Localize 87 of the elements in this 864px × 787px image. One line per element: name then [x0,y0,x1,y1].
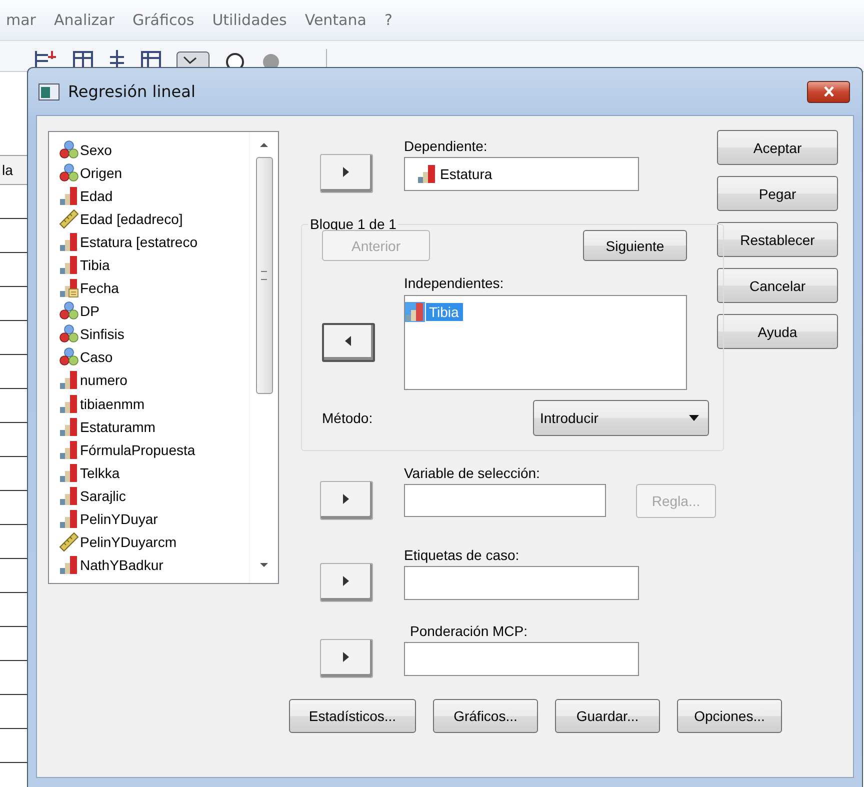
menu-item[interactable]: Utilidades [203,11,296,29]
field-label: Independientes: [404,275,505,291]
dialog-button[interactable]: Estadísticos... [289,699,416,733]
bar-chart-icon [59,370,79,390]
bar-chart-icon [417,164,437,184]
bar-chart-icon [59,509,79,530]
bar-chart-icon [59,186,79,206]
variable-list[interactable]: Sexo Origen Edad Edad [edadreco] Estatura [estatreco Tibia Fecha DP Sinfisis Caso numero tibiaenmm Estaturamm FórmulaPropuesta Telkka Sarajlic PelinYDuyar PelinYDuyarcm NathYBadkur [48,131,279,584]
variable-name[interactable]: Estaturamm [80,418,156,435]
field-label: Etiquetas de caso: [404,547,520,563]
bar-chart-icon [59,440,79,460]
variable-name[interactable]: Edad [80,188,113,204]
circles-icon [59,140,79,160]
menu-item[interactable]: ? [375,11,402,29]
variable-name[interactable]: PelinYDuyar [80,511,158,528]
scroll-thumb[interactable] [256,157,272,394]
bar-chart-icon [405,302,425,322]
variable-name[interactable]: NathYBadkur [80,557,164,574]
dialog-button[interactable]: Opciones... [677,699,782,733]
dialog-button[interactable]: Pegar [717,176,838,211]
scroll-down-icon[interactable] [259,561,269,569]
window-title: Regresión lineal [68,82,196,101]
arrow-right-icon [340,651,350,663]
menu-item[interactable]: Analizar [44,11,124,29]
bar-chart-icon [59,555,79,576]
close-icon [822,86,834,97]
arrow-left-icon [342,335,352,347]
move-button[interactable] [320,154,373,193]
variable-name[interactable]: Sexo [80,142,112,158]
input-field[interactable] [404,642,639,676]
window-icon [38,82,60,100]
bar-chart-icon [59,416,79,437]
ruler-icon [59,208,79,229]
dialog-button[interactable]: Restablecer [717,222,838,257]
arrow-right-icon [340,575,350,587]
field-label: Método: [322,410,374,426]
menu-item[interactable]: Gráficos [124,11,204,29]
variable-name[interactable]: Fecha [80,280,119,296]
calendar-chart-icon [59,278,79,298]
input-field[interactable] [404,566,639,600]
variable-name[interactable]: Caso [80,349,113,366]
arrow-right-icon [340,493,350,505]
dialog-button[interactable]: Ayuda [717,314,838,349]
dialog-button[interactable]: Aceptar [717,130,838,165]
move-button[interactable] [322,323,375,362]
circles-icon [59,347,79,368]
variable-name[interactable]: Sarajlic [80,488,126,504]
scroll-up-icon[interactable] [259,141,269,149]
circles-icon [59,162,79,183]
variable-name[interactable]: Telkka [80,464,120,481]
close-button[interactable] [807,80,850,102]
variable-name[interactable]: Sinfisis [80,326,124,342]
variable-name[interactable]: numero [80,372,128,388]
variable-name[interactable]: Estatura [estatreco [80,234,198,250]
bar-chart-icon [59,255,79,276]
dependent-field[interactable]: Estatura [404,156,639,190]
dialog-button[interactable]: Gráficos... [433,699,538,733]
bar-chart-icon [59,232,79,252]
move-button[interactable] [320,639,373,678]
menu-item[interactable]: Ventana [296,11,376,29]
ruler-icon [59,532,79,552]
arrow-right-icon [340,166,350,178]
variable-name[interactable]: PelinYDuyarcm [80,534,176,550]
input-field[interactable] [404,484,606,517]
group-label: Bloque 1 de 1 [309,216,398,232]
method-dropdown[interactable]: Introducir [533,400,709,436]
variable-name[interactable]: Origen [80,164,122,181]
variable-name[interactable]: tibiaenmm [80,396,145,412]
bar-chart-icon [59,486,79,506]
dialog-button[interactable]: Cancelar [717,268,838,303]
move-button[interactable] [320,563,373,602]
next-button[interactable]: Siguiente [583,230,687,261]
field-label: Ponderación MCP: [409,623,529,639]
dialog-button[interactable]: Guardar... [555,699,660,733]
variable-name[interactable]: FórmulaPropuesta [80,442,196,458]
bar-chart-icon [59,394,79,414]
bar-chart-icon [59,462,79,483]
variable-name[interactable]: Tibia [80,257,110,274]
menu-item[interactable]: mar [0,11,45,29]
field-label: Variable de selección: [404,465,541,481]
caret-icon [688,414,700,422]
field-label: Dependiente: [404,138,488,154]
variable-name[interactable]: Edad [edadreco] [80,210,183,227]
move-button[interactable] [320,481,373,520]
circles-icon [59,324,79,344]
circles-icon [59,301,79,322]
variable-name[interactable]: DP [80,303,100,320]
